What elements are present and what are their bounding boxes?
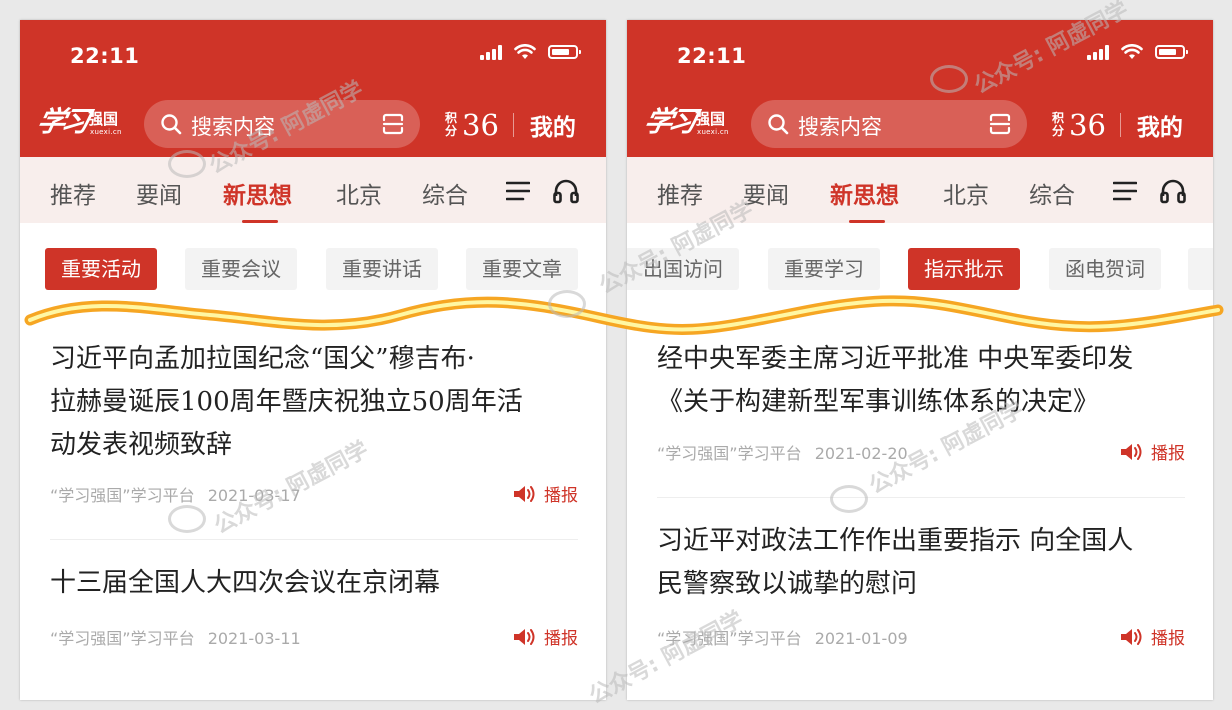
wechat-watermark-icon (830, 485, 868, 513)
menu-icon[interactable] (1113, 181, 1137, 201)
nav-tab-recommend[interactable]: 推荐 (50, 176, 96, 210)
wechat-watermark-icon (930, 65, 968, 93)
speaker-icon (1121, 443, 1142, 460)
speaker-icon (514, 485, 535, 502)
wifi-icon (1121, 44, 1143, 59)
battery-icon (548, 45, 581, 59)
wechat-watermark-icon (168, 505, 206, 533)
nav-tab-general[interactable]: 综合 (422, 176, 468, 210)
points-value: 36 (462, 108, 499, 142)
subtab-partial[interactable] (1188, 248, 1213, 290)
list-divider (657, 497, 1185, 498)
broadcast-button[interactable]: 播报 (512, 624, 578, 649)
subtab-important-articles[interactable]: 重要文章 (466, 248, 578, 290)
subtab-letters-greetings[interactable]: 函电贺词 (1049, 248, 1161, 290)
scan-icon[interactable] (988, 112, 1012, 136)
search-icon (161, 114, 182, 135)
battery-icon (1155, 45, 1188, 59)
app-logo[interactable]: 学习 强国 xuexi.cn (641, 100, 737, 140)
nav-tab-beijing[interactable]: 北京 (336, 176, 382, 210)
status-time: 22:11 (677, 44, 747, 68)
app-logo[interactable]: 学习 强国 xuexi.cn (34, 100, 130, 140)
article-source: “学习强国”学习平台 (657, 444, 802, 463)
search-icon (768, 114, 789, 135)
active-tab-indicator (849, 220, 885, 223)
menu-icon[interactable] (506, 181, 530, 201)
mine-button[interactable]: 我的 (530, 108, 576, 142)
active-tab-indicator (242, 220, 278, 223)
header-divider (512, 113, 514, 137)
headphones-icon[interactable] (552, 178, 580, 204)
mine-button[interactable]: 我的 (1137, 108, 1183, 142)
article-title: 习近平向孟加拉国纪念“国父”穆吉布· 拉赫曼诞辰100周年暨庆祝独立50周年活 … (50, 344, 523, 460)
article-title: 十三届全国人大四次会议在京闭幕 (50, 568, 441, 598)
scan-icon[interactable] (381, 112, 405, 136)
broadcast-button[interactable]: 播报 (1119, 439, 1185, 464)
status-icons (480, 44, 581, 60)
channel-nav: 推荐 要闻 新思想 北京 综合 (20, 157, 606, 223)
subtab-important-meetings[interactable]: 重要会议 (185, 248, 297, 290)
phone-screen-right: 22:11 学习 强国 xuexi.cn 搜索内容 积分 36 我的 推荐 要闻… (627, 20, 1213, 700)
nav-tab-beijing[interactable]: 北京 (943, 176, 989, 210)
points-display[interactable]: 积分 36 我的 (1051, 108, 1183, 142)
points-value: 36 (1069, 108, 1106, 142)
article-title: 习近平对政法工作作出重要指示 向全国人 民警察致以诚挚的慰问 (657, 526, 1134, 599)
nav-tab-recommend[interactable]: 推荐 (657, 176, 703, 210)
article-date: 2021-03-11 (207, 629, 301, 648)
points-display[interactable]: 积分 36 我的 (444, 108, 576, 142)
article-title: 经中央军委主席习近平批准 中央军委印发 《关于构建新型军事训练体系的决定》 (657, 344, 1134, 417)
wechat-watermark-icon (168, 150, 206, 178)
article-item[interactable]: 习近平对政法工作作出重要指示 向全国人 民警察致以诚挚的慰问 “学习强国”学习平… (657, 520, 1185, 649)
nav-tab-new-thought[interactable]: 新思想 (223, 176, 292, 210)
nav-tab-general[interactable]: 综合 (1029, 176, 1075, 210)
wifi-icon (514, 44, 536, 59)
subtab-important-speeches[interactable]: 重要讲话 (326, 248, 438, 290)
cellular-signal-icon (480, 44, 502, 60)
app-header: 22:11 学习 强国 xuexi.cn 搜索内容 积分 36 我的 (627, 20, 1213, 157)
article-item[interactable]: 经中央军委主席习近平批准 中央军委印发 《关于构建新型军事训练体系的决定》 “学… (657, 338, 1185, 464)
nav-tab-new-thought[interactable]: 新思想 (830, 176, 899, 210)
article-source: “学习强国”学习平台 (50, 486, 195, 505)
header-divider (1119, 113, 1121, 137)
article-date: 2021-01-09 (814, 629, 908, 648)
subtab-important-study[interactable]: 重要学习 (768, 248, 880, 290)
article-source: “学习强国”学习平台 (50, 629, 195, 648)
status-time: 22:11 (70, 44, 140, 68)
article-meta: “学习强国”学习平台 2021-03-11 (50, 625, 301, 649)
broadcast-button[interactable]: 播报 (512, 481, 578, 506)
search-placeholder: 搜索内容 (798, 115, 882, 139)
headphones-icon[interactable] (1159, 178, 1187, 204)
search-bar[interactable]: 搜索内容 (751, 100, 1027, 148)
subtab-instructions[interactable]: 指示批示 (908, 248, 1020, 290)
list-divider (50, 539, 578, 540)
points-label: 积分 (444, 111, 457, 138)
article-meta: “学习强国”学习平台 2021-02-20 (657, 440, 908, 464)
scroll-break-wave (24, 295, 1224, 335)
app-header: 22:11 学习 强国 xuexi.cn 搜索内容 积分 36 我的 (20, 20, 606, 157)
speaker-icon (1121, 628, 1142, 645)
subtab-important-activities[interactable]: 重要活动 (45, 248, 157, 290)
wechat-watermark-icon (548, 290, 586, 318)
nav-tab-news[interactable]: 要闻 (136, 176, 182, 210)
article-item[interactable]: 十三届全国人大四次会议在京闭幕 “学习强国”学习平台 2021-03-11 播报 (50, 562, 578, 649)
status-icons (1087, 44, 1188, 60)
speaker-icon (514, 628, 535, 645)
broadcast-button[interactable]: 播报 (1119, 624, 1185, 649)
cellular-signal-icon (1087, 44, 1109, 60)
article-item[interactable]: 习近平向孟加拉国纪念“国父”穆吉布· 拉赫曼诞辰100周年暨庆祝独立50周年活 … (50, 338, 578, 506)
points-label: 积分 (1051, 111, 1064, 138)
